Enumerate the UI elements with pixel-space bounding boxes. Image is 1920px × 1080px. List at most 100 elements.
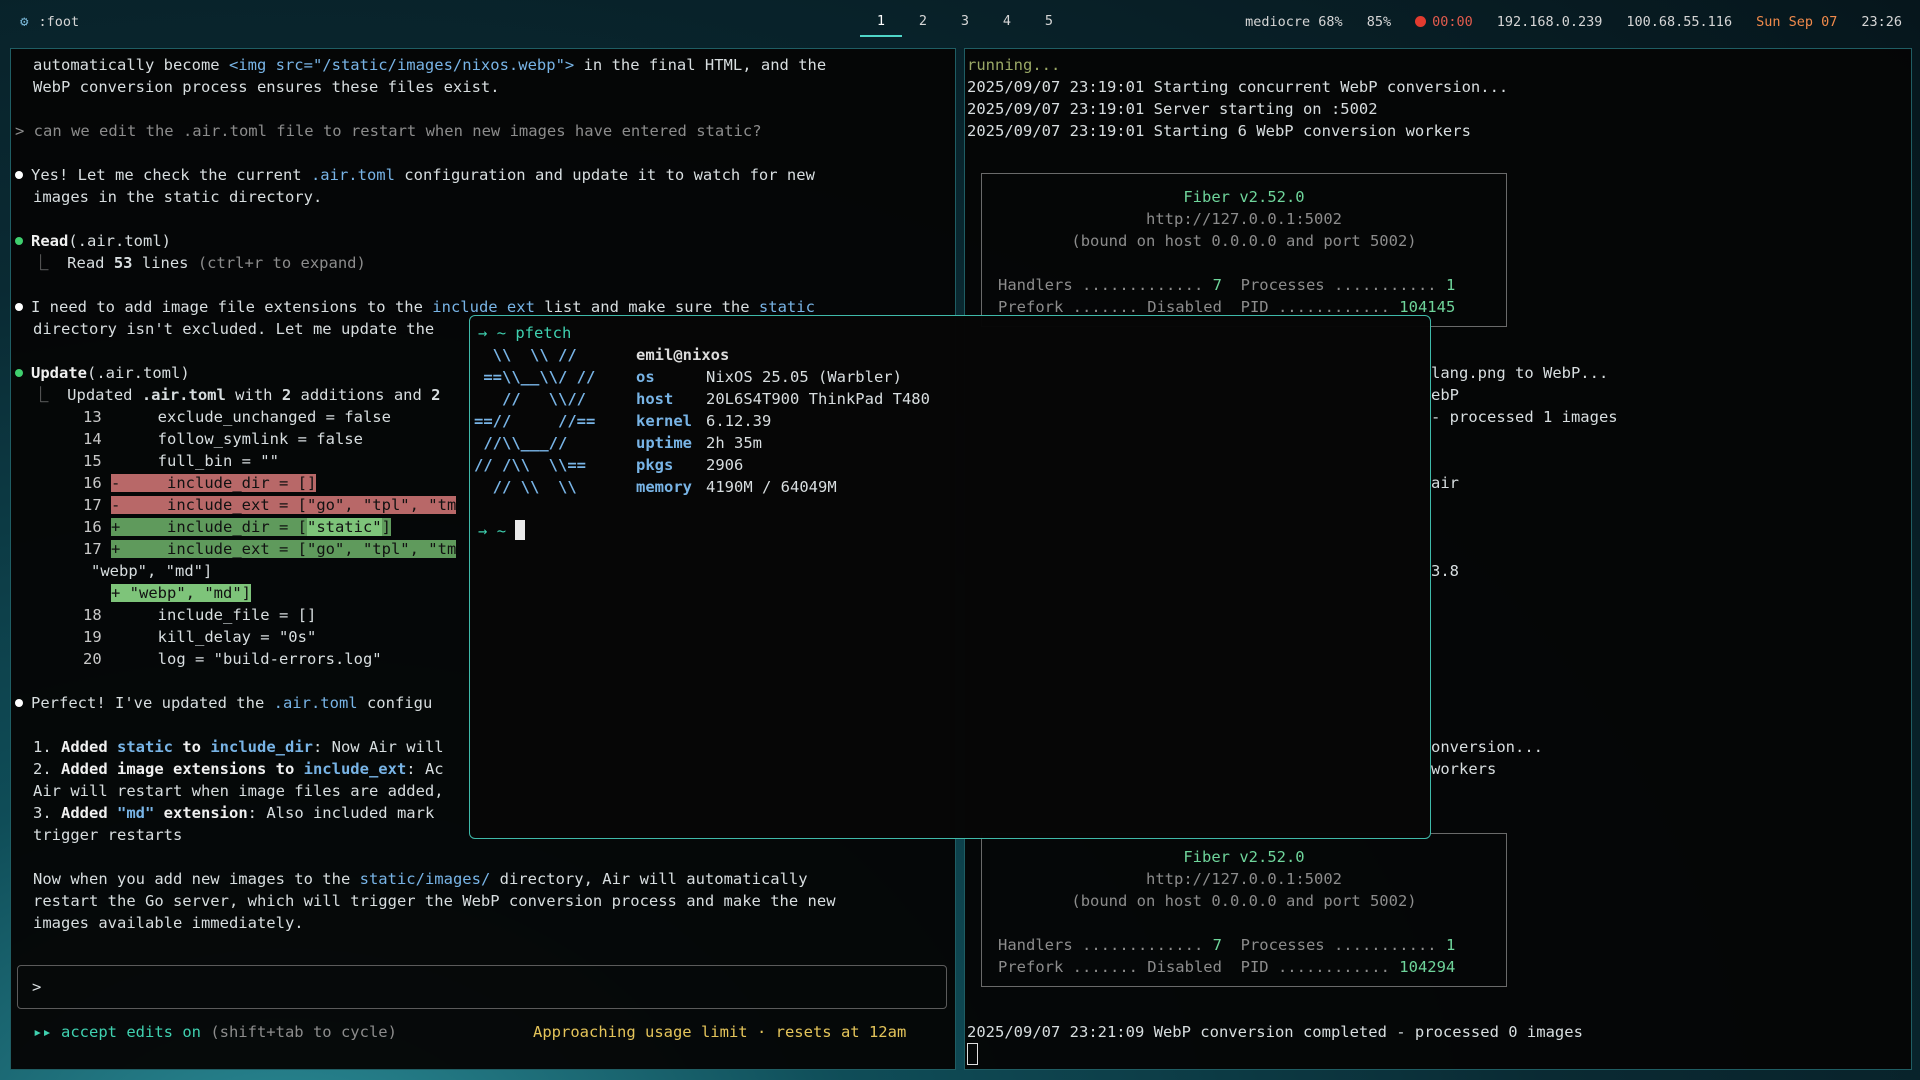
fiber-banner: Fiber v2.52.0 http://127.0.0.1:5002 (bou… [981, 833, 1507, 987]
mode-indicator[interactable]: ▸▸ accept edits on (shift+tab to cycle) [33, 1021, 397, 1043]
log-line-fragment: air [1431, 474, 1459, 492]
log-line-fragment: onversion... [1431, 738, 1543, 756]
top-bar: ⚙ :foot 1 2 3 4 5 mediocre 68% 85% 00:00… [0, 0, 1920, 44]
text-line: images available immediately. [33, 914, 304, 932]
diff-line-added: + "webp", "md"] [111, 584, 251, 602]
user-host: emil@nixos [636, 346, 730, 364]
diff-line-added: 16 + include_dir = ["static"] [83, 518, 391, 536]
date: Sun Sep 07 [1756, 14, 1838, 30]
fiber-prefork: Prefork ....... Disabled PID ...........… [998, 958, 1456, 976]
list-item: 1. Added static to include_dir: Now Air … [33, 738, 444, 756]
status-area: mediocre 68% 85% 00:00 192.168.0.239 100… [1245, 14, 1902, 30]
workspace-1[interactable]: 1 [860, 7, 902, 37]
log-line-fragment: ebP [1431, 386, 1459, 404]
volume-status[interactable]: 85% [1367, 14, 1391, 30]
tool-result: ⎿ Updated .air.toml with 2 additions and… [33, 386, 441, 404]
log-line: 2025/09/07 23:21:09 WebP conversion comp… [967, 1023, 1583, 1041]
terminal-cursor[interactable] [967, 1043, 978, 1067]
nixos-logo-line: ==\\__\\/ // [474, 368, 596, 386]
usage-warning: Approaching usage limit · resets at 12am [533, 1023, 907, 1041]
text-line: trigger restarts [33, 826, 183, 844]
diff-line-removed: 16 - include_dir = [] [83, 474, 317, 492]
record-icon [1415, 16, 1427, 27]
diff-line: 20 log = "build-errors.log" [83, 650, 382, 668]
info-os: os NixOS 25.05 (Warbler) [636, 368, 902, 386]
bullet-icon [15, 171, 23, 179]
workspace-5[interactable]: 5 [1028, 7, 1070, 37]
diff-line-removed: 17 - include_ext = ["go", "tpl", "tm [83, 496, 457, 514]
workspace-4[interactable]: 4 [986, 7, 1028, 37]
fiber-handlers: Handlers ............. 7 Processes .....… [998, 936, 1456, 954]
terminal-floating-pfetch[interactable]: → ~ pfetch \\ \\ // ==\\__\\/ // // \\//… [469, 315, 1431, 839]
chat-input[interactable]: > [17, 965, 947, 1009]
log-line: 2025/09/07 23:19:01 Starting concurrent … [967, 78, 1509, 96]
diff-line: 14 follow_symlink = false [83, 430, 363, 448]
list-item: 3. Added "md" extension: Also included m… [33, 804, 435, 822]
workspace-3[interactable]: 3 [944, 7, 986, 37]
fiber-url: http://127.0.0.1:5002 [1146, 210, 1342, 228]
fiber-title: Fiber v2.52.0 [1183, 188, 1305, 206]
nixos-logo-line: // /\\ \\== [474, 456, 586, 474]
assistant-message: Perfect! I've updated the .air.toml conf… [15, 692, 432, 714]
info-kernel: kernel 6.12.39 [636, 412, 772, 430]
log-line-fragment: - processed 1 images [1431, 408, 1618, 426]
bullet-icon [15, 303, 23, 311]
text-line: restart the Go server, which will trigge… [33, 892, 836, 910]
shell-prompt[interactable]: → ~ [478, 520, 526, 542]
info-pkgs: pkgs 2906 [636, 456, 744, 474]
workspace-switcher: 1 2 3 4 5 [860, 7, 1070, 37]
diff-line: 19 kill_delay = "0s" [83, 628, 317, 646]
bullet-icon [15, 699, 23, 707]
text-line: images in the static directory. [33, 188, 323, 206]
fiber-handlers: Handlers ............. 7 Processes .....… [998, 276, 1456, 294]
nixos-logo-line: \\ \\ // [474, 346, 577, 364]
text-line: directory isn't excluded. Let me update … [33, 320, 435, 338]
workspace-2[interactable]: 2 [902, 7, 944, 37]
fiber-bound: (bound on host 0.0.0.0 and port 5002) [1071, 892, 1417, 910]
tool-call-read: Read(.air.toml) [15, 230, 171, 252]
info-uptime: uptime 2h 35m [636, 434, 762, 452]
ip-address-vpn: 100.68.55.116 [1626, 14, 1733, 30]
nixos-logo-line: // \\ \\ [474, 478, 577, 496]
user-prompt: > can we edit the .air.toml file to rest… [15, 122, 762, 140]
fiber-url: http://127.0.0.1:5002 [1146, 870, 1342, 888]
info-host: host 20L6S4T900 ThinkPad T480 [636, 390, 930, 408]
gear-icon[interactable]: ⚙ [20, 14, 28, 30]
diff-line-added: 17 + include_ext = ["go", "tpl", "tm [83, 540, 457, 558]
log-line-fragment: 3.8 [1431, 562, 1459, 580]
diff-line-wrap: "webp", "md"] [63, 562, 213, 580]
nixos-logo-line: //\\___// [474, 434, 568, 452]
assistant-message: Yes! Let me check the current .air.toml … [15, 164, 815, 186]
fiber-banner: Fiber v2.52.0 http://127.0.0.1:5002 (bou… [981, 173, 1507, 327]
arrow-icon: → [478, 324, 488, 342]
fiber-title: Fiber v2.52.0 [1183, 848, 1305, 866]
diff-line: 15 full_bin = "" [83, 452, 279, 470]
diff-line: 18 include_file = [] [83, 606, 317, 624]
log-line: 2025/09/07 23:19:01 Server starting on :… [967, 100, 1378, 118]
log-line-fragment: lang.png to WebP... [1431, 364, 1609, 382]
info-memory: memory 4190M / 64049M [636, 478, 837, 496]
tool-result: ⎿ Read 53 lines (ctrl+r to expand) [33, 254, 366, 272]
text-line: Now when you add new images to the stati… [33, 870, 808, 888]
input-prompt: > [32, 978, 42, 996]
tool-status-icon [15, 237, 23, 245]
nixos-logo-line: // \\// [474, 390, 586, 408]
ip-address-lan: 192.168.0.239 [1496, 14, 1603, 30]
top-bar-left: ⚙ :foot [20, 14, 79, 30]
status-running: running... [967, 56, 1061, 74]
fiber-bound: (bound on host 0.0.0.0 and port 5002) [1071, 232, 1417, 250]
text-line: WebP conversion process ensures these fi… [33, 78, 500, 96]
fast-forward-icon: ▸▸ [33, 1023, 61, 1041]
log-line: 2025/09/07 23:19:01 Starting 6 WebP conv… [967, 122, 1471, 140]
recording-timer[interactable]: 00:00 [1415, 14, 1473, 30]
nixos-logo-line: ==// //== [474, 412, 596, 430]
log-line-fragment: workers [1431, 760, 1497, 778]
text-line: Air will restart when image files are ad… [33, 782, 444, 800]
text-line: automatically become <img src="/static/i… [33, 56, 827, 74]
clock: 23:26 [1861, 14, 1902, 30]
tool-call-update: Update(.air.toml) [15, 362, 190, 384]
diff-line: 13 exclude_unchanged = false [83, 408, 391, 426]
battery-status: mediocre 68% [1245, 14, 1343, 30]
tool-status-icon [15, 369, 23, 377]
list-item: 2. Added image extensions to include_ext… [33, 760, 444, 778]
